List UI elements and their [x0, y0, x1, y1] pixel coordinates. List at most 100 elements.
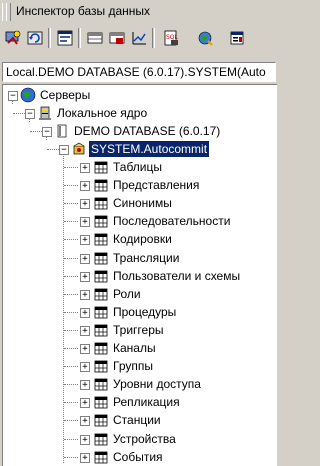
folder-expand-toggle[interactable]: + [80, 326, 90, 336]
tree-connector [64, 167, 78, 168]
globe-tool-button[interactable] [194, 27, 216, 49]
tree-connector [64, 258, 78, 259]
connect-button[interactable] [2, 27, 24, 49]
tree-connector [64, 294, 78, 295]
folder-expand-toggle[interactable]: + [80, 254, 90, 264]
title-bar: Инспектор базы данных [0, 0, 278, 24]
tree-item-local-core[interactable]: Локальное ядро [55, 105, 149, 121]
folder-expand-toggle[interactable]: + [80, 380, 90, 390]
tree-item-folder[interactable]: Уровни доступа [111, 376, 203, 392]
folder-expand-toggle[interactable]: + [80, 217, 90, 227]
database-icon [57, 124, 67, 138]
folder-expand-toggle[interactable]: + [80, 163, 90, 173]
address-value: Local.DEMO DATABASE (6.0.17).SYSTEM(Auto [6, 65, 266, 79]
tree-connector [64, 239, 78, 240]
tree-connector [64, 312, 78, 313]
tree-item-folder[interactable]: Последовательности [111, 213, 232, 229]
tree-connector [64, 221, 78, 222]
tree-connector [64, 330, 78, 331]
tree-item-database[interactable]: DEMO DATABASE (6.0.17) [72, 123, 222, 139]
tree-item-folder[interactable]: Представления [111, 177, 201, 193]
folder-expand-toggle[interactable]: + [80, 199, 90, 209]
sql-editor-button[interactable] [54, 27, 76, 49]
tree-item-folder[interactable]: Устройства [111, 431, 178, 447]
tree-item-folder[interactable]: Каналы [111, 340, 158, 356]
tree-item-folder[interactable]: Группы [111, 358, 155, 374]
sql-editor-icon [57, 30, 73, 46]
toolbar: SQL [0, 24, 278, 54]
folder-icon [94, 360, 108, 373]
script-icon: SQL [164, 30, 179, 46]
address-field[interactable]: Local.DEMO DATABASE (6.0.17).SYSTEM(Auto [2, 62, 276, 82]
tree-item-folder[interactable]: Процедуры [111, 304, 178, 320]
connection-collapse-toggle[interactable]: − [59, 145, 69, 155]
connection-icon [73, 142, 85, 155]
procedure-button[interactable] [106, 27, 128, 49]
tree-item-folder[interactable]: Триггеры [111, 322, 166, 338]
folder-expand-toggle[interactable]: + [80, 272, 90, 282]
folder-icon [94, 324, 108, 337]
tree-item-folder[interactable]: Таблицы [111, 159, 164, 175]
chart-icon [132, 32, 146, 45]
tree-connector [64, 203, 78, 204]
local-core-collapse-toggle[interactable]: − [25, 109, 35, 119]
tree-connector [64, 384, 78, 385]
properties-icon [230, 31, 244, 45]
tree-item-folder[interactable]: Синонимы [111, 195, 174, 211]
folder-expand-toggle[interactable]: + [80, 308, 90, 318]
tree-item-folder[interactable]: События [111, 449, 165, 465]
tree-item-connection[interactable]: SYSTEM.Autocommit [87, 140, 211, 158]
svg-text:SQL: SQL [166, 34, 179, 41]
folder-icon [94, 433, 108, 446]
table-view-button[interactable] [84, 27, 106, 49]
tree-connector [64, 348, 78, 349]
tree-connector [64, 439, 78, 440]
tree-item-folder[interactable]: Роли [111, 286, 143, 302]
globe-tool-icon [198, 31, 213, 46]
folder-expand-toggle[interactable]: + [80, 435, 90, 445]
folder-expand-toggle[interactable]: + [80, 453, 90, 463]
tree-connector [64, 276, 78, 277]
tree-item-servers[interactable]: Серверы [38, 87, 92, 103]
servers-collapse-toggle[interactable]: − [8, 91, 18, 101]
folder-icon [94, 414, 108, 427]
folder-expand-toggle[interactable]: + [80, 181, 90, 191]
folder-expand-toggle[interactable]: + [80, 362, 90, 372]
table-view-icon [87, 32, 103, 44]
tree-item-folder[interactable]: Трансляции [111, 250, 181, 266]
folder-expand-toggle[interactable]: + [80, 235, 90, 245]
folder-icon [94, 288, 108, 301]
database-collapse-toggle[interactable]: − [42, 127, 52, 137]
properties-button[interactable] [226, 27, 248, 49]
folder-icon [94, 197, 108, 210]
chart-button[interactable] [128, 27, 150, 49]
folder-icon [94, 233, 108, 246]
tree-item-folder[interactable]: Кодировки [111, 231, 174, 247]
folder-icon [94, 161, 108, 174]
database-tree[interactable]: − Серверы − Локальное ядро − DEMO DATABA… [2, 84, 277, 466]
tree-item-folder[interactable]: Пользователи и схемы [111, 268, 242, 284]
globe-icon [20, 87, 36, 103]
drag-grip-2[interactable] [6, 3, 11, 21]
folder-expand-toggle[interactable]: + [80, 290, 90, 300]
tree-connector [64, 457, 78, 458]
window-title: Инспектор базы данных [16, 4, 151, 18]
tree-connector [64, 420, 78, 421]
script-button[interactable]: SQL [160, 27, 182, 49]
refresh-icon [27, 31, 43, 45]
folder-expand-toggle[interactable]: + [80, 416, 90, 426]
procedure-icon [109, 32, 125, 44]
folder-icon [94, 451, 108, 464]
refresh-button[interactable] [24, 27, 46, 49]
tree-item-folder[interactable]: Станции [111, 412, 163, 428]
folder-icon [94, 378, 108, 391]
local-core-icon [39, 106, 51, 120]
folder-expand-toggle[interactable]: + [80, 344, 90, 354]
folder-icon [94, 306, 108, 319]
connect-icon [5, 30, 21, 45]
tree-connector [64, 185, 78, 186]
tree-connector [64, 366, 78, 367]
folder-icon [94, 342, 108, 355]
tree-item-folder[interactable]: Репликация [111, 394, 182, 410]
folder-expand-toggle[interactable]: + [80, 398, 90, 408]
